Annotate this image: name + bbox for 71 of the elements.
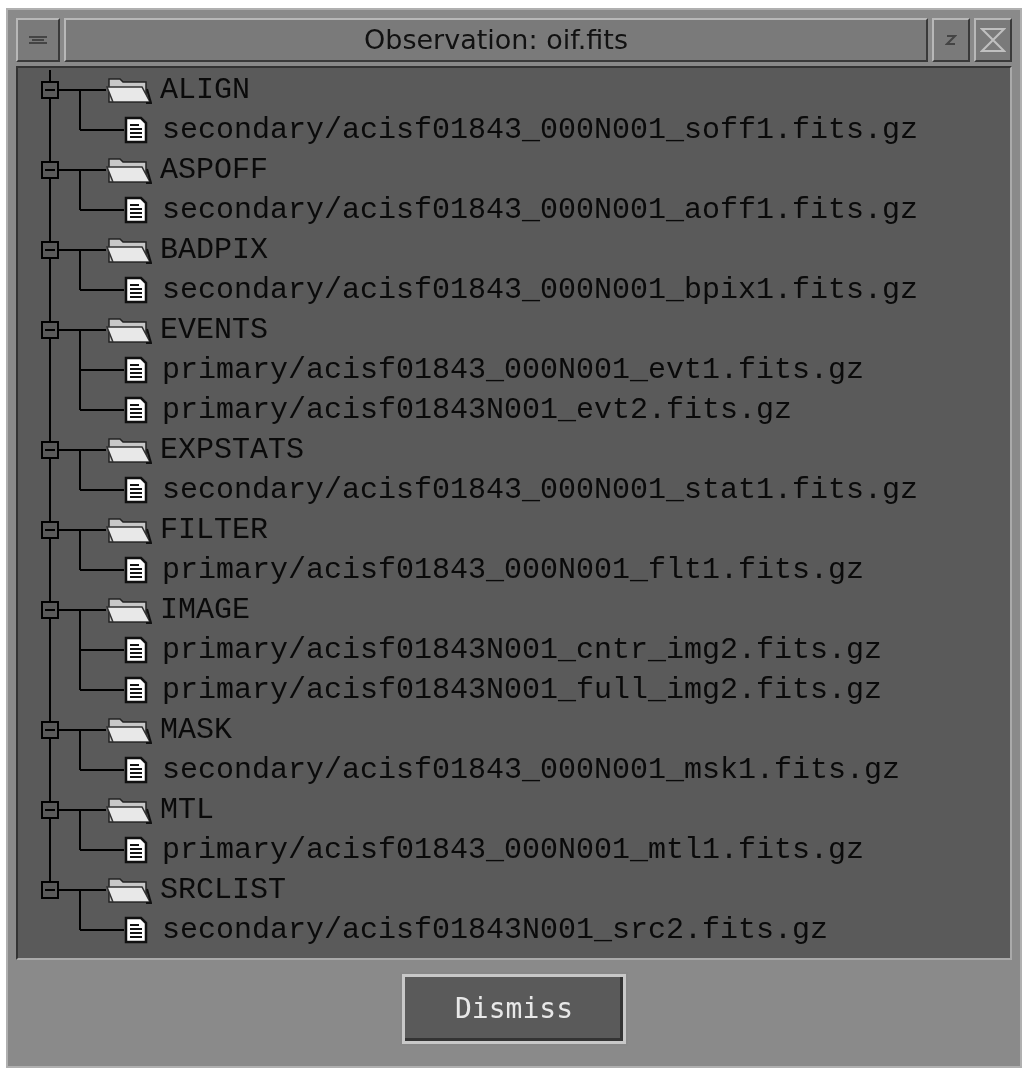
tree-line <box>49 590 106 630</box>
file-icon <box>124 756 148 784</box>
folder-icon <box>106 235 152 265</box>
file-icon <box>124 276 148 304</box>
file-icon <box>124 556 148 584</box>
folder-label[interactable]: ASPOFF <box>160 150 269 190</box>
dismiss-button[interactable]: Dismiss <box>402 974 626 1044</box>
tree-line <box>49 510 106 550</box>
folder-label[interactable]: SRCLIST <box>160 870 287 910</box>
file-icon <box>124 196 148 224</box>
file-label[interactable]: secondary/acisf01843_000N001_msk1.fits.gz <box>162 750 901 790</box>
folder-icon <box>106 75 152 105</box>
folder-label[interactable]: FILTER <box>160 510 269 550</box>
file-label[interactable]: primary/acisf01843N001_full_img2.fits.gz <box>162 670 883 710</box>
folder-icon <box>106 515 152 545</box>
folder-label[interactable]: MTL <box>160 790 214 830</box>
tree-line <box>49 430 106 470</box>
folder-icon <box>106 795 152 825</box>
file-icon <box>124 116 148 144</box>
tree-line <box>49 150 106 190</box>
collapse-toggle[interactable] <box>41 441 59 459</box>
folder-label[interactable]: BADPIX <box>160 230 269 270</box>
file-icon <box>124 676 148 704</box>
minimize-icon <box>945 34 957 46</box>
collapse-toggle[interactable] <box>41 241 59 259</box>
collapse-toggle[interactable] <box>41 321 59 339</box>
tree-line <box>49 70 106 110</box>
maximize-button[interactable] <box>974 18 1012 62</box>
collapse-toggle[interactable] <box>41 601 59 619</box>
window-title: Observation: oif.fits <box>64 18 928 62</box>
menu-icon <box>28 35 48 45</box>
window-menu-button[interactable] <box>16 18 60 62</box>
file-label[interactable]: primary/acisf01843_000N001_mtl1.fits.gz <box>162 830 865 870</box>
folder-label[interactable]: IMAGE <box>160 590 250 630</box>
folder-label[interactable]: MASK <box>160 710 232 750</box>
file-icon <box>124 396 148 424</box>
file-icon <box>124 916 148 944</box>
file-icon <box>124 636 148 664</box>
tree-line <box>49 310 106 350</box>
collapse-toggle[interactable] <box>41 521 59 539</box>
file-icon <box>124 476 148 504</box>
file-label[interactable]: secondary/acisf01843_000N001_bpix1.fits.gz <box>162 270 919 310</box>
folder-icon <box>106 595 152 625</box>
maximize-icon <box>980 27 1006 53</box>
file-icon <box>124 356 148 384</box>
folder-label[interactable]: EXPSTATS <box>160 430 305 470</box>
folder-icon <box>106 315 152 345</box>
file-label[interactable]: secondary/acisf01843_000N001_aoff1.fits.gz <box>162 190 919 230</box>
file-label[interactable]: primary/acisf01843N001_evt2.fits.gz <box>162 390 793 430</box>
tree-line <box>49 230 106 270</box>
collapse-toggle[interactable] <box>41 81 59 99</box>
folder-icon <box>106 155 152 185</box>
collapse-toggle[interactable] <box>41 721 59 739</box>
tree-line <box>49 790 106 830</box>
file-label[interactable]: secondary/acisf01843N001_src2.fits.gz <box>162 910 829 950</box>
file-icon <box>124 836 148 864</box>
collapse-toggle[interactable] <box>41 881 59 899</box>
file-label[interactable]: secondary/acisf01843_000N001_stat1.fits.gz <box>162 470 919 510</box>
folder-icon <box>106 715 152 745</box>
collapse-toggle[interactable] <box>41 161 59 179</box>
folder-label[interactable]: ALIGN <box>160 70 250 110</box>
file-label[interactable]: secondary/acisf01843_000N001_soff1.fits.gz <box>162 110 919 150</box>
folder-icon <box>106 435 152 465</box>
tree-line <box>49 710 106 750</box>
folder-icon <box>106 875 152 905</box>
file-label[interactable]: primary/acisf01843N001_cntr_img2.fits.gz <box>162 630 883 670</box>
minimize-button[interactable] <box>932 18 970 62</box>
file-label[interactable]: primary/acisf01843_000N001_flt1.fits.gz <box>162 550 865 590</box>
collapse-toggle[interactable] <box>41 801 59 819</box>
file-label[interactable]: primary/acisf01843_000N001_evt1.fits.gz <box>162 350 865 390</box>
folder-label[interactable]: EVENTS <box>160 310 269 350</box>
